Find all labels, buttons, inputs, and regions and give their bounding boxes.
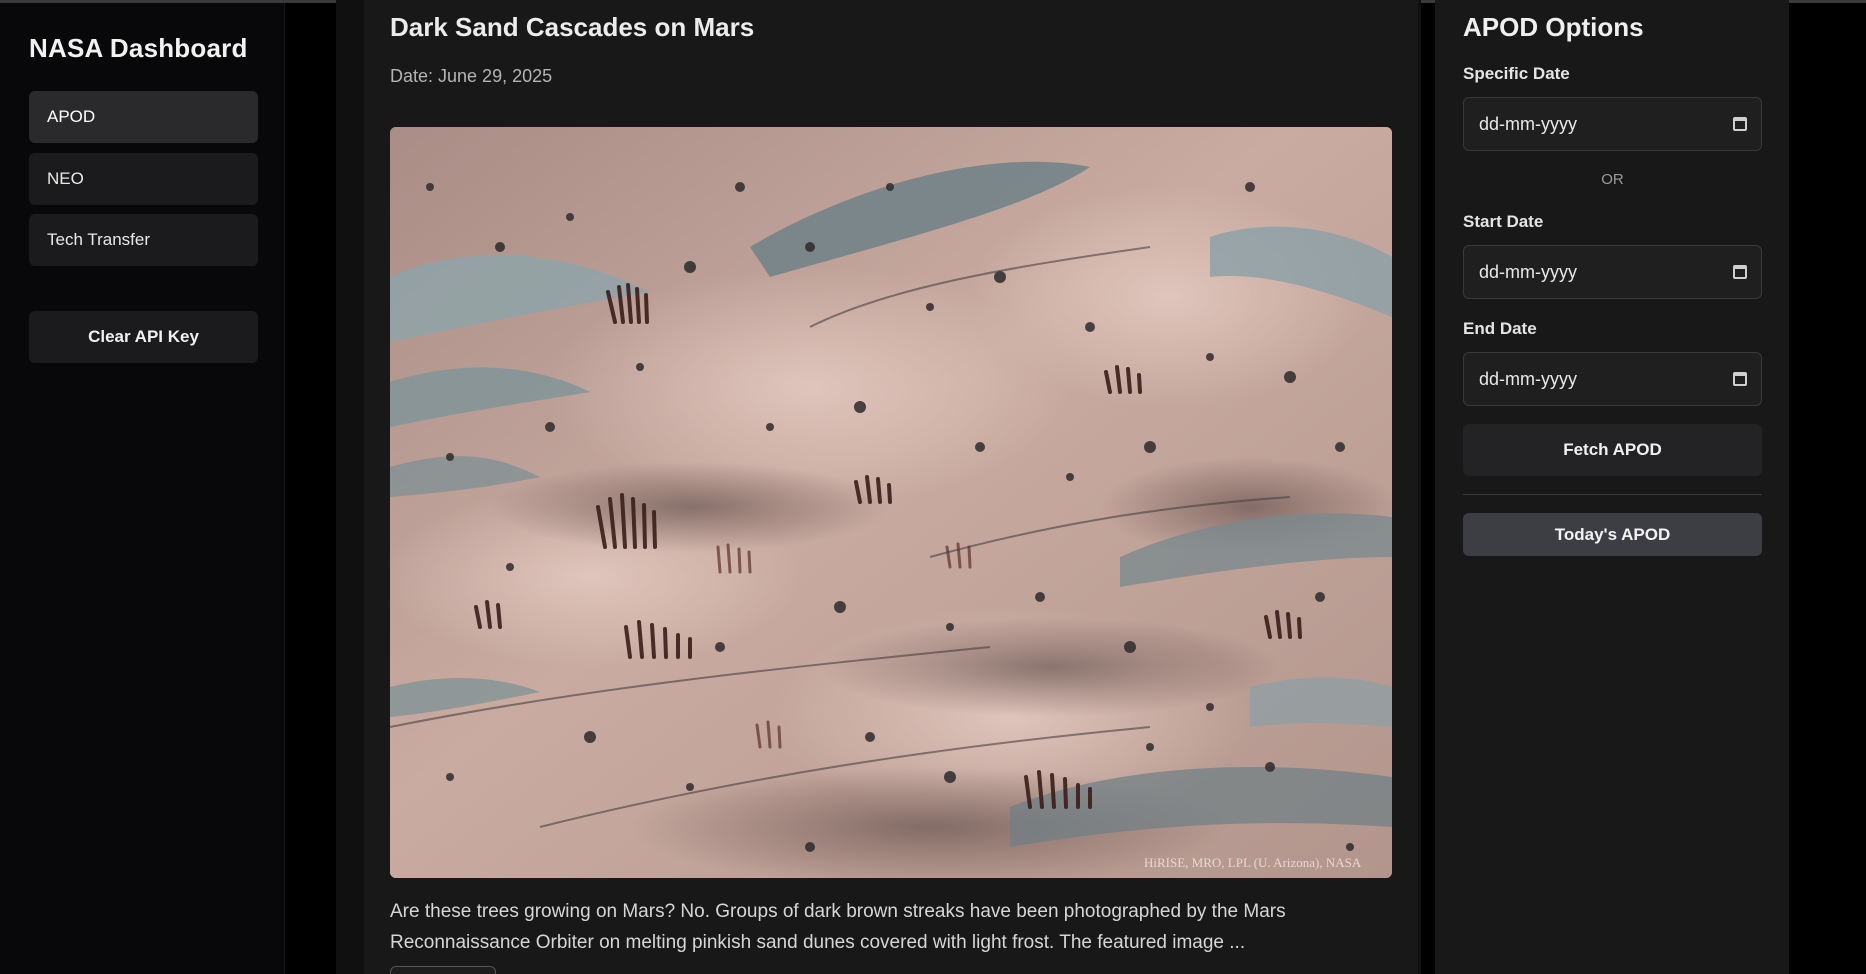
app-title: NASA Dashboard <box>29 33 248 63</box>
apod-date: Date: June 29, 2025 <box>390 66 553 86</box>
options-title: APOD Options <box>1463 12 1644 42</box>
image-credit: HiRISE, MRO, LPL (U. Arizona), NASA <box>1144 855 1362 870</box>
sidebar-item-tech-transfer[interactable]: Tech Transfer <box>29 214 258 266</box>
start-date-input[interactable]: dd-mm-yyyy <box>1463 245 1762 299</box>
calendar-icon[interactable] <box>1733 117 1747 131</box>
end-date-label: End Date <box>1463 319 1537 338</box>
start-date-label: Start Date <box>1463 212 1544 231</box>
mars-dunes-image: HiRISE, MRO, LPL (U. Arizona), NASA <box>390 127 1392 878</box>
start-date-placeholder: dd-mm-yyyy <box>1479 261 1577 282</box>
apod-image[interactable]: HiRISE, MRO, LPL (U. Arizona), NASA <box>390 127 1392 878</box>
apod-title: Dark Sand Cascades on Mars <box>390 12 755 42</box>
specific-date-placeholder: dd-mm-yyyy <box>1479 113 1577 134</box>
clear-api-key-button[interactable]: Clear API Key <box>29 311 258 363</box>
end-date-placeholder: dd-mm-yyyy <box>1479 368 1577 389</box>
sidebar-item-neo[interactable]: NEO <box>29 153 258 205</box>
specific-date-label: Specific Date <box>1463 64 1570 83</box>
apod-explanation: Are these trees growing on Mars? No. Gro… <box>390 901 1286 953</box>
specific-date-input[interactable]: dd-mm-yyyy <box>1463 97 1762 151</box>
sidebar: NASA Dashboard APOD NEO Tech Transfer Cl… <box>0 3 285 974</box>
calendar-icon[interactable] <box>1733 372 1747 386</box>
sidebar-item-apod[interactable]: APOD <box>29 91 258 143</box>
read-more-button[interactable] <box>390 966 496 974</box>
todays-apod-button[interactable]: Today's APOD <box>1463 513 1762 556</box>
fetch-apod-button[interactable]: Fetch APOD <box>1463 424 1762 476</box>
divider <box>1463 494 1762 495</box>
end-date-input[interactable]: dd-mm-yyyy <box>1463 352 1762 406</box>
calendar-icon[interactable] <box>1733 265 1747 279</box>
or-separator: OR <box>1601 171 1624 188</box>
